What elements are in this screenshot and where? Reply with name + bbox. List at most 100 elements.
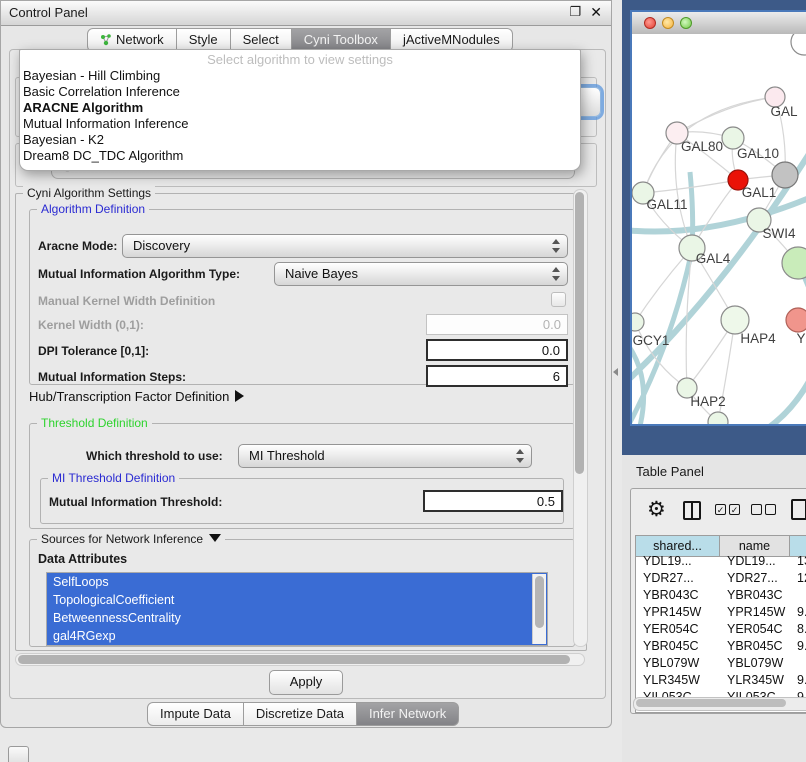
node-table-window: ⚙ ✓✓ shared...nameA YDL19...YDL19...13YD… bbox=[630, 488, 806, 714]
network-node-hap4[interactable] bbox=[721, 306, 749, 334]
network-window-titlebar[interactable] bbox=[632, 12, 806, 35]
minimize-traffic-light[interactable] bbox=[662, 17, 674, 29]
table-row[interactable]: YER054CYER054C8. bbox=[636, 621, 806, 638]
table-cell: YDL19... bbox=[720, 553, 790, 570]
settings-vertical-scrollbar[interactable] bbox=[573, 189, 588, 647]
attribute-item-selfloops[interactable]: SelfLoops bbox=[47, 573, 547, 591]
table-cell: YDR27... bbox=[720, 570, 790, 587]
list-vertical-scrollbar[interactable] bbox=[532, 574, 546, 644]
manual-kernel-label: Manual Kernel Width Definition bbox=[38, 294, 215, 308]
network-node[interactable] bbox=[708, 412, 728, 424]
sources-title-label: Sources for Network Inference bbox=[41, 532, 203, 546]
mi-type-combobox[interactable]: Naive Bayes bbox=[274, 262, 568, 286]
which-threshold-value: MI Threshold bbox=[249, 448, 325, 463]
combo-arrows-icon bbox=[515, 448, 524, 464]
algorithm-option-basic-correlation-inference[interactable]: Basic Correlation Inference bbox=[20, 84, 580, 100]
table-cell bbox=[790, 655, 806, 672]
horizontal-scrollbar-thumb[interactable] bbox=[18, 655, 570, 664]
select-all-icon[interactable]: ✓✓ bbox=[715, 504, 740, 515]
tab-discretize-data[interactable]: Discretize Data bbox=[244, 702, 357, 726]
network-node-gcy1[interactable] bbox=[632, 313, 644, 331]
table-scrollbar-thumb[interactable] bbox=[636, 699, 786, 707]
table-cell: YDR27... bbox=[636, 570, 720, 587]
table-row[interactable]: YBL079WYBL079W bbox=[636, 655, 806, 672]
data-attributes-label: Data Attributes bbox=[38, 552, 127, 566]
aracne-mode-combobox[interactable]: Discovery bbox=[122, 234, 568, 258]
settings-scrollbar-thumb[interactable] bbox=[575, 192, 584, 474]
columns-icon[interactable] bbox=[683, 501, 701, 520]
node-label-gal10: GAL10 bbox=[737, 146, 779, 161]
algorithm-option-dream8-dc-tdc-algorithm[interactable]: Dream8 DC_TDC Algorithm bbox=[20, 148, 580, 164]
zoom-traffic-light[interactable] bbox=[680, 17, 692, 29]
combo-arrows-icon bbox=[551, 266, 560, 282]
table-cell: 8. bbox=[790, 621, 806, 638]
aracne-mode-value: Discovery bbox=[133, 238, 190, 253]
deselect-all-icon[interactable] bbox=[751, 504, 776, 515]
mi-steps-field[interactable]: 6 bbox=[426, 365, 568, 387]
attribute-item-betweennesscentrality[interactable]: BetweennessCentrality bbox=[47, 609, 547, 627]
algorithm-dropdown-popup: Select algorithm to view settings Bayesi… bbox=[19, 49, 581, 171]
dpi-tolerance-field[interactable]: 0.0 bbox=[426, 339, 568, 361]
expanded-arrow-icon bbox=[209, 534, 221, 542]
sources-groupbox: Sources for Network Inference Data Attri… bbox=[29, 539, 575, 647]
table-cell: YBL079W bbox=[720, 655, 790, 672]
node-label-gcy1: GCY1 bbox=[633, 333, 670, 348]
table-row[interactable]: YDR27...YDR27...12 bbox=[636, 570, 806, 587]
mi-type-label: Mutual Information Algorithm Type: bbox=[38, 267, 240, 281]
table-row[interactable]: YBR045CYBR045C9. bbox=[636, 638, 806, 655]
aracne-mode-label: Aracne Mode: bbox=[38, 239, 117, 253]
which-threshold-combobox[interactable]: MI Threshold bbox=[238, 444, 532, 468]
node-label-gal80: GAL80 bbox=[681, 139, 723, 154]
node-label-hap4: HAP4 bbox=[740, 331, 776, 346]
apply-button[interactable]: Apply bbox=[269, 670, 343, 695]
gear-icon[interactable]: ⚙ bbox=[647, 497, 666, 522]
page-icon[interactable] bbox=[791, 499, 806, 520]
tab-infer-network[interactable]: Infer Network bbox=[357, 702, 459, 726]
table-cell: YLR345W bbox=[636, 672, 720, 689]
node-label-swi4: SWI4 bbox=[762, 226, 795, 241]
close-traffic-light[interactable] bbox=[644, 17, 656, 29]
manual-kernel-checkbox[interactable] bbox=[551, 292, 566, 307]
table-horizontal-scrollbar[interactable] bbox=[633, 697, 806, 711]
close-panel-icon[interactable]: ✕ bbox=[590, 4, 602, 21]
table-row[interactable]: YBR043CYBR043C bbox=[636, 587, 806, 604]
mi-type-value: Naive Bayes bbox=[285, 266, 358, 281]
table-row[interactable]: YDL19...YDL19...13 bbox=[636, 553, 806, 570]
table-cell: YBR045C bbox=[636, 638, 720, 655]
data-attributes-list[interactable]: SelfLoopsTopologicalCoefficientBetweenne… bbox=[46, 572, 548, 646]
attribute-item-topologicalcoefficient[interactable]: TopologicalCoefficient bbox=[47, 591, 547, 609]
network-canvas[interactable]: GALGAL80GAL10GAL1GAL11SWI4GAL4GCY1HAP4YH… bbox=[632, 34, 806, 424]
node-table: shared...nameA YDL19...YDL19...13YDR27..… bbox=[635, 535, 806, 713]
panel-splitter-handle[interactable] bbox=[613, 368, 618, 376]
float-panel-icon[interactable]: ❐ bbox=[569, 4, 581, 20]
table-row[interactable]: YLR345WYLR345W9. bbox=[636, 672, 806, 689]
network-node-y[interactable] bbox=[786, 308, 806, 332]
tab-label: Select bbox=[243, 32, 279, 47]
table-toolbar: ⚙ ✓✓ bbox=[631, 489, 806, 535]
network-desktop-area: GALGAL80GAL10GAL1GAL11SWI4GAL4GCY1HAP4YH… bbox=[622, 0, 806, 455]
attribute-item-gal4rgexp[interactable]: gal4RGexp bbox=[47, 627, 547, 645]
network-node[interactable] bbox=[791, 34, 806, 55]
table-cell: 9. bbox=[790, 604, 806, 621]
algorithm-option-mutual-information-inference[interactable]: Mutual Information Inference bbox=[20, 116, 580, 132]
algorithm-definition-groupbox: Algorithm Definition Aracne Mode: Discov… bbox=[29, 209, 575, 385]
kernel-width-label: Kernel Width (0,1): bbox=[38, 318, 144, 332]
table-cell: YBL079W bbox=[636, 655, 720, 672]
tab-impute-data[interactable]: Impute Data bbox=[147, 702, 244, 726]
settings-horizontal-scrollbar[interactable] bbox=[15, 653, 585, 666]
minimized-panel-icon[interactable] bbox=[8, 746, 29, 762]
algorithm-option-aracne-algorithm[interactable]: ARACNE Algorithm bbox=[20, 100, 580, 116]
algorithm-option-bayesian-hill-climbing[interactable]: Bayesian - Hill Climbing bbox=[20, 68, 580, 84]
sources-title[interactable]: Sources for Network Inference bbox=[37, 532, 225, 546]
table-cell: YBR045C bbox=[720, 638, 790, 655]
kernel-width-field[interactable]: 0.0 bbox=[426, 314, 568, 335]
mi-threshold-field[interactable]: 0.5 bbox=[423, 490, 563, 512]
hub-definition-toggle[interactable]: Hub/Transcription Factor Definition bbox=[29, 389, 244, 404]
tab-label: Style bbox=[189, 32, 218, 47]
network-icon bbox=[100, 34, 112, 46]
algorithm-option-bayesian-k2[interactable]: Bayesian - K2 bbox=[20, 132, 580, 148]
list-scrollbar-thumb[interactable] bbox=[535, 576, 544, 628]
control-panel-title: Control Panel bbox=[9, 5, 88, 20]
table-row[interactable]: YPR145WYPR145W9. bbox=[636, 604, 806, 621]
network-node[interactable] bbox=[782, 247, 806, 279]
